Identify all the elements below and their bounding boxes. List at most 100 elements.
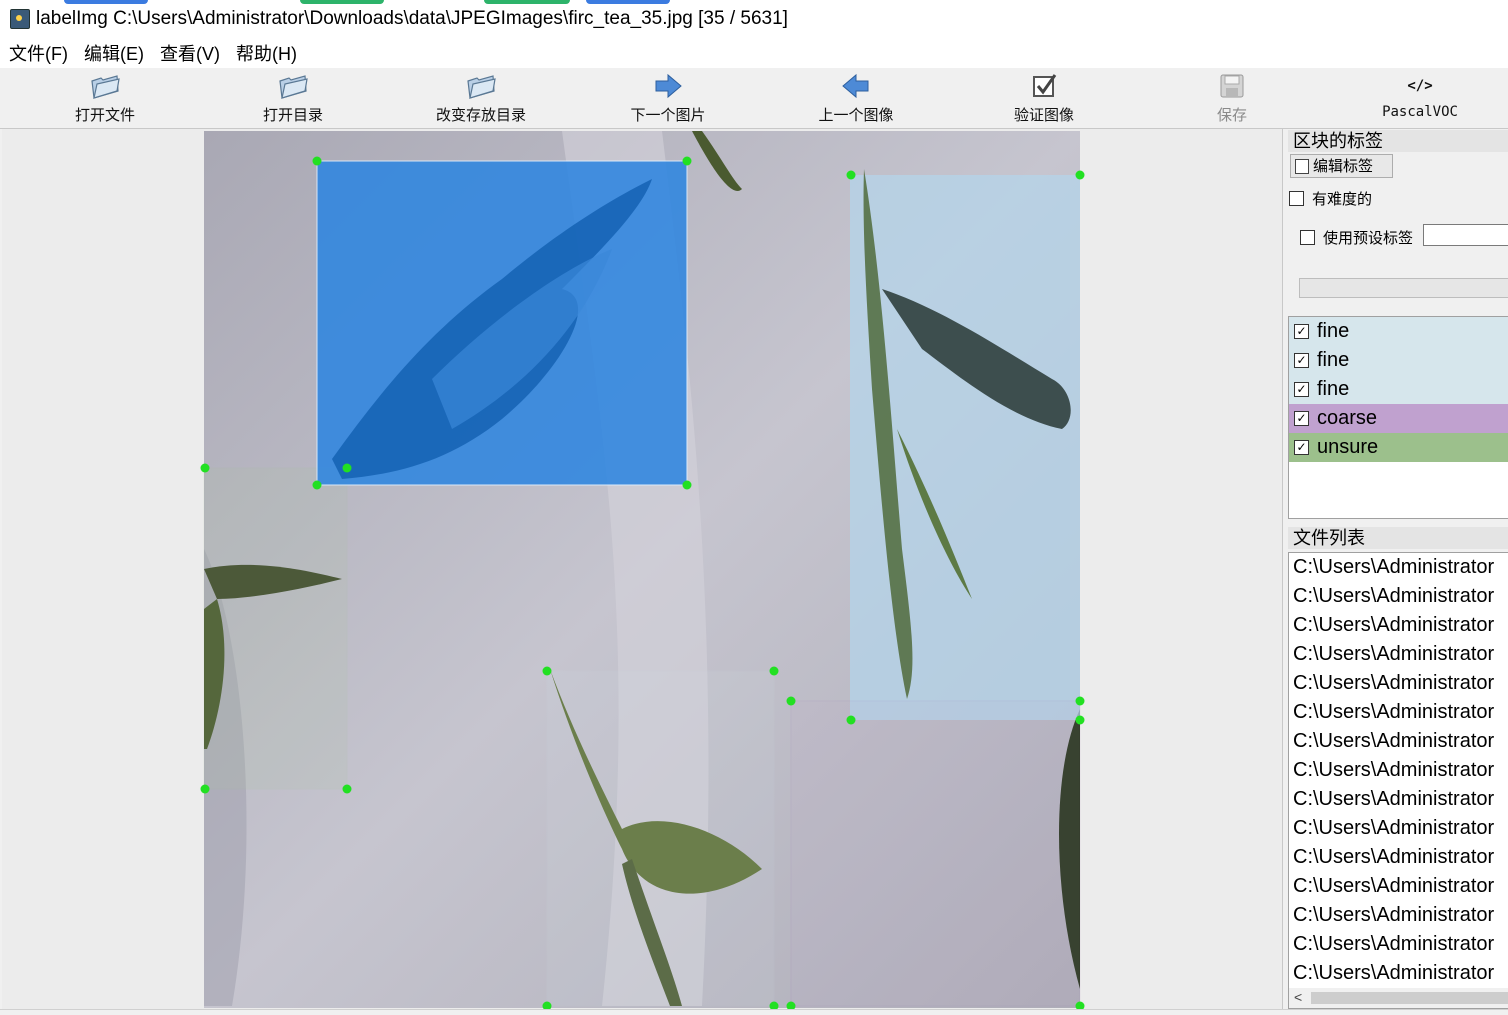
vertex-handle[interactable] (846, 715, 856, 725)
verify-image-button[interactable]: 验证图像 (984, 70, 1104, 126)
menu-edit[interactable]: 编辑(E) (84, 40, 144, 66)
file-list-item[interactable]: C:\Users\Administrator (1289, 959, 1508, 988)
label-item-text: fine (1317, 320, 1350, 342)
open-dir-button[interactable]: 打开目录 (233, 70, 353, 126)
floppy-disk-icon (1172, 70, 1292, 102)
vertex-handle[interactable] (1075, 170, 1085, 180)
vertex-handle[interactable] (342, 784, 352, 794)
menu-file[interactable]: 文件(F) (9, 40, 68, 66)
use-default-label-text: 使用预设标签 (1323, 230, 1414, 247)
label-list-item[interactable]: ✓ fine (1289, 317, 1508, 346)
next-image-label: 下一个图片 (630, 107, 706, 124)
verify-image-label: 验证图像 (1013, 107, 1074, 124)
annotation-box-fine[interactable] (546, 670, 775, 1007)
file-list-item[interactable]: C:\Users\Administrator (1289, 582, 1508, 611)
open-dir-label: 打开目录 (262, 107, 323, 124)
vertex-handle[interactable] (542, 666, 552, 676)
vertex-handle[interactable] (682, 480, 692, 490)
horizontal-scrollbar[interactable]: < (1289, 988, 1508, 1008)
change-save-dir-label: 改变存放目录 (435, 107, 526, 124)
folder-icon (45, 70, 165, 102)
vertex-handle[interactable] (1075, 696, 1085, 706)
change-save-dir-button[interactable]: 改变存放目录 (421, 70, 541, 126)
label-item-checkbox[interactable]: ✓ (1294, 382, 1309, 397)
scrollbar-thumb[interactable] (1311, 992, 1508, 1004)
annotation-box-unsure[interactable] (203, 467, 348, 790)
prev-image-label: 上一个图像 (818, 107, 894, 124)
window-title-bar: labelImg C:\Users\Administrator\Download… (0, 0, 1508, 38)
format-toggle-button[interactable]: </> PascalVOC (1360, 70, 1480, 126)
file-list-title: 文件列表 (1288, 527, 1508, 549)
image-canvas[interactable] (2, 129, 1283, 1009)
use-default-label-checkbox[interactable] (1300, 230, 1315, 245)
menu-help[interactable]: 帮助(H) (236, 40, 297, 66)
difficult-checkbox[interactable] (1289, 191, 1304, 206)
taskbar-tab-indicator (484, 0, 570, 4)
edit-label-text: 编辑标签 (1313, 158, 1374, 175)
window-title: labelImg C:\Users\Administrator\Download… (36, 8, 788, 29)
format-label: PascalVOC (1382, 104, 1458, 120)
label-item-checkbox[interactable]: ✓ (1294, 353, 1309, 368)
menu-view[interactable]: 查看(V) (160, 40, 220, 66)
next-image-button[interactable]: 下一个图片 (608, 70, 728, 126)
folder-icon (233, 70, 353, 102)
default-label-input[interactable] (1423, 224, 1508, 246)
box-labels-title: 区块的标签 (1288, 130, 1508, 152)
status-bar (0, 1009, 1508, 1015)
vertex-handle[interactable] (312, 156, 322, 166)
label-list-item[interactable]: ✓ fine (1289, 346, 1508, 375)
file-list-item[interactable]: C:\Users\Administrator (1289, 930, 1508, 959)
label-list-item[interactable]: ✓ coarse (1289, 404, 1508, 433)
file-list-item[interactable]: C:\Users\Administrator (1289, 843, 1508, 872)
vertex-handle[interactable] (200, 463, 210, 473)
file-list-item[interactable]: C:\Users\Administrator (1289, 756, 1508, 785)
annotated-image[interactable] (2, 129, 1282, 1009)
vertex-handle[interactable] (200, 784, 210, 794)
save-button[interactable]: 保存 (1172, 70, 1292, 126)
label-item-checkbox[interactable]: ✓ (1294, 411, 1309, 426)
vertex-handle[interactable] (786, 696, 796, 706)
arrow-left-icon (796, 70, 916, 102)
file-list-item[interactable]: C:\Users\Administrator (1289, 611, 1508, 640)
label-list-item[interactable]: ✓ unsure (1289, 433, 1508, 462)
annotation-box-coarse[interactable] (790, 700, 1081, 1007)
taskbar-tab-indicator (64, 0, 148, 4)
use-default-label-row[interactable]: 使用预设标签 (1300, 227, 1413, 248)
toolbar: 打开文件 打开目录 改变存放目录 下一个图片 上一个图像 验证图像 保存 </>… (0, 68, 1508, 129)
label-item-text: fine (1317, 378, 1350, 400)
file-list[interactable]: C:\Users\Administrator C:\Users\Administ… (1288, 552, 1508, 1009)
vertex-handle[interactable] (312, 480, 322, 490)
app-icon (10, 9, 30, 29)
label-list[interactable]: ✓ fine ✓ fine ✓ fine ✓ coarse ✓ unsure (1288, 316, 1508, 519)
file-list-item[interactable]: C:\Users\Administrator (1289, 553, 1508, 582)
file-list-item[interactable]: C:\Users\Administrator (1289, 872, 1508, 901)
vertex-handle[interactable] (846, 170, 856, 180)
scroll-left-icon[interactable]: < (1294, 989, 1302, 1005)
file-list-item[interactable]: C:\Users\Administrator (1289, 901, 1508, 930)
vertex-handle[interactable] (682, 156, 692, 166)
save-label: 保存 (1216, 107, 1247, 124)
label-combo-box[interactable] (1299, 278, 1508, 298)
vertex-handle[interactable] (1075, 715, 1085, 725)
menu-bar: 文件(F) 编辑(E) 查看(V) 帮助(H) (0, 38, 1508, 68)
file-list-item[interactable]: C:\Users\Administrator (1289, 814, 1508, 843)
file-list-item[interactable]: C:\Users\Administrator (1289, 640, 1508, 669)
open-file-button[interactable]: 打开文件 (45, 70, 165, 126)
vertex-handle[interactable] (769, 666, 779, 676)
file-list-item[interactable]: C:\Users\Administrator (1289, 698, 1508, 727)
label-list-item[interactable]: ✓ fine (1289, 375, 1508, 404)
difficult-checkbox-row[interactable]: 有难度的 (1289, 188, 1372, 209)
right-dock: 区块的标签 编辑标签 有难度的 使用预设标签 ✓ fine ✓ fine ✓ f… (1285, 129, 1508, 1009)
file-list-item[interactable]: C:\Users\Administrator (1289, 785, 1508, 814)
vertex-handle[interactable] (342, 463, 352, 473)
file-list-item[interactable]: C:\Users\Administrator (1289, 727, 1508, 756)
difficult-label: 有难度的 (1312, 191, 1373, 208)
prev-image-button[interactable]: 上一个图像 (796, 70, 916, 126)
file-list-item[interactable]: C:\Users\Administrator (1289, 669, 1508, 698)
label-item-checkbox[interactable]: ✓ (1294, 324, 1309, 339)
code-icon: </> (1407, 78, 1433, 94)
label-item-text: coarse (1317, 407, 1378, 429)
edit-label-button[interactable]: 编辑标签 (1290, 154, 1393, 178)
checkbox-checked-icon (984, 70, 1104, 102)
label-item-checkbox[interactable]: ✓ (1294, 440, 1309, 455)
